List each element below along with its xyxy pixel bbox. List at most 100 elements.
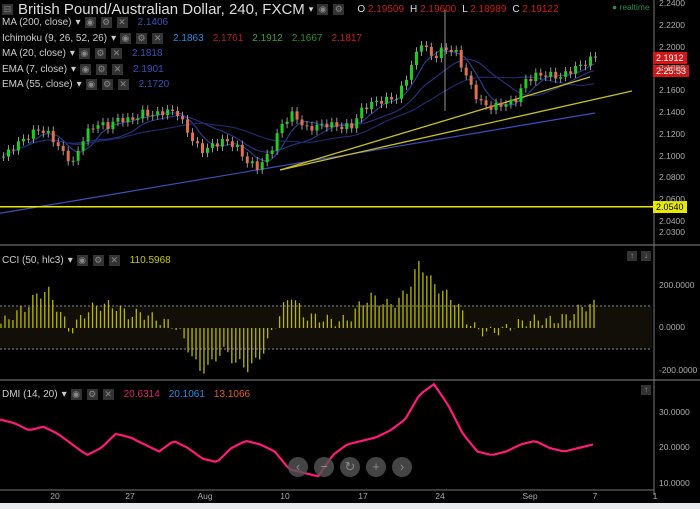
chevron-down-icon[interactable]: ▾ bbox=[62, 389, 67, 400]
candle-body bbox=[191, 132, 195, 142]
cci-value: 110.5968 bbox=[129, 255, 171, 266]
close-icon[interactable]: ✕ bbox=[152, 32, 164, 44]
price-axis-label: 2.2000 bbox=[659, 41, 685, 52]
candle-body bbox=[434, 55, 438, 59]
candle-body bbox=[186, 119, 190, 133]
candle-body bbox=[290, 111, 294, 122]
indicator-value: 2.1901 bbox=[133, 63, 164, 75]
candle-body bbox=[181, 116, 185, 120]
eye-icon[interactable]: ◉ bbox=[317, 4, 329, 15]
candle-body bbox=[504, 104, 508, 107]
gear-icon[interactable]: ⚙ bbox=[100, 17, 112, 28]
price-axis-label: 2.0800 bbox=[659, 172, 685, 183]
move-down-icon[interactable]: ↓ bbox=[641, 251, 651, 261]
candle-body bbox=[26, 138, 30, 140]
ohlc-value: 2.19509 bbox=[367, 4, 405, 15]
dmi-axis-label: 20.0000 bbox=[659, 442, 690, 452]
gear-icon[interactable]: ⚙ bbox=[333, 4, 345, 15]
scroll-left-button[interactable]: ‹ bbox=[288, 457, 308, 477]
gear-icon[interactable]: ⚙ bbox=[101, 79, 113, 90]
candle-body bbox=[106, 122, 110, 130]
collapse-icon[interactable]: ⊟ bbox=[2, 4, 13, 15]
reset-button[interactable]: ↻ bbox=[340, 457, 360, 477]
eye-icon[interactable]: ◉ bbox=[78, 48, 90, 59]
candle-body bbox=[564, 71, 568, 78]
move-up-icon[interactable]: ↑ bbox=[627, 251, 637, 261]
candle-body bbox=[400, 85, 403, 99]
gear-icon[interactable]: ⚙ bbox=[96, 63, 108, 75]
chevron-down-icon[interactable]: ▾ bbox=[111, 33, 116, 44]
close-icon[interactable]: ✕ bbox=[117, 79, 129, 90]
symbol-title[interactable]: British Pound/Australian Dollar, 240, FX… bbox=[18, 1, 305, 18]
close-icon[interactable]: ✕ bbox=[110, 48, 122, 59]
dmi-name[interactable]: DMI (14, 20) bbox=[2, 389, 58, 400]
gear-icon[interactable]: ⚙ bbox=[92, 255, 104, 266]
candle-body bbox=[355, 118, 359, 129]
time-axis-label: 17 bbox=[358, 491, 368, 501]
eye-icon[interactable]: ◉ bbox=[120, 32, 132, 44]
ma200-line bbox=[0, 112, 596, 214]
candle-body bbox=[360, 107, 364, 119]
close-icon[interactable]: ✕ bbox=[108, 255, 120, 266]
candle-body bbox=[166, 109, 170, 116]
indicator-name[interactable]: EMA (7, close) bbox=[2, 64, 67, 75]
gear-icon[interactable]: ⚙ bbox=[94, 48, 106, 59]
symbol-legend: ⊟ British Pound/Australian Dollar, 240, … bbox=[2, 1, 565, 18]
close-icon[interactable]: ✕ bbox=[116, 17, 128, 28]
gear-icon[interactable]: ⚙ bbox=[136, 32, 148, 44]
zoom-in-button[interactable]: + bbox=[366, 457, 386, 477]
eye-icon[interactable]: ◉ bbox=[70, 389, 82, 400]
zoom-out-button[interactable]: − bbox=[314, 457, 334, 477]
close-icon[interactable]: ✕ bbox=[102, 389, 114, 400]
candle-body bbox=[469, 75, 473, 85]
indicator-value: 2.1667 bbox=[291, 32, 323, 44]
chevron-down-icon[interactable]: ▾ bbox=[75, 17, 80, 28]
candle-body bbox=[335, 122, 339, 127]
chevron-down-icon[interactable]: ▾ bbox=[70, 48, 75, 59]
move-up-icon[interactable]: ↑ bbox=[641, 385, 651, 395]
gear-icon[interactable]: ⚙ bbox=[86, 389, 98, 400]
candle-body bbox=[6, 149, 10, 157]
indicator-legend: MA (20, close) ▾ ◉ ⚙ ✕ 2.1818 bbox=[2, 48, 163, 59]
realtime-status: ● realtime bbox=[612, 2, 650, 12]
eye-icon[interactable]: ◉ bbox=[80, 63, 92, 75]
time-axis-label: 1 bbox=[652, 491, 658, 501]
candle-body bbox=[116, 117, 120, 122]
indicator-value: 2.1761 bbox=[212, 32, 244, 44]
candle-body bbox=[250, 161, 254, 164]
candle-body bbox=[390, 96, 394, 100]
candle-body bbox=[36, 129, 40, 131]
price-axis-label: 2.1800 bbox=[659, 63, 685, 74]
dmi-axis-label: 10.0000 bbox=[659, 477, 690, 488]
close-icon[interactable]: ✕ bbox=[112, 63, 124, 75]
candle-body bbox=[295, 111, 299, 120]
indicator-name[interactable]: MA (20, close) bbox=[2, 48, 66, 59]
indicator-name[interactable]: Ichimoku (9, 26, 52, 26) bbox=[2, 33, 107, 44]
chevron-down-icon[interactable]: ▾ bbox=[77, 79, 82, 90]
time-axis-label: 7 bbox=[592, 491, 598, 501]
eye-icon[interactable]: ◉ bbox=[76, 255, 88, 266]
chevron-down-icon[interactable]: ▾ bbox=[68, 255, 73, 266]
candle-body bbox=[171, 109, 175, 111]
chevron-down-icon[interactable]: ▾ bbox=[71, 64, 76, 75]
indicator-legend: MA (200, close) ▾ ◉ ⚙ ✕ 2.1406 bbox=[2, 17, 168, 28]
scroll-right-button[interactable]: › bbox=[392, 457, 412, 477]
candle-body bbox=[330, 122, 334, 128]
indicator-name[interactable]: EMA (55, close) bbox=[2, 79, 73, 90]
cci-name[interactable]: CCI (50, hlc3) bbox=[2, 255, 64, 266]
indicator-name[interactable]: MA (200, close) bbox=[2, 17, 71, 28]
price-axis-label: 2.1000 bbox=[659, 150, 685, 161]
candle-body bbox=[240, 144, 244, 157]
eye-icon[interactable]: ◉ bbox=[85, 79, 97, 90]
candle-body bbox=[534, 72, 538, 82]
candle-body bbox=[554, 71, 558, 79]
candle-body bbox=[126, 117, 130, 123]
dmi-legend: DMI (14, 20) ▾ ◉ ⚙ ✕ 20.6314 20.1061 13.106… bbox=[2, 389, 250, 400]
eye-icon[interactable]: ◉ bbox=[84, 17, 96, 28]
chevron-down-icon[interactable]: ▾ bbox=[309, 4, 314, 15]
candle-body bbox=[494, 102, 498, 110]
candle-body bbox=[509, 99, 513, 105]
candle-body bbox=[574, 65, 578, 74]
footer-bar bbox=[0, 503, 700, 509]
candle-body bbox=[370, 101, 374, 110]
